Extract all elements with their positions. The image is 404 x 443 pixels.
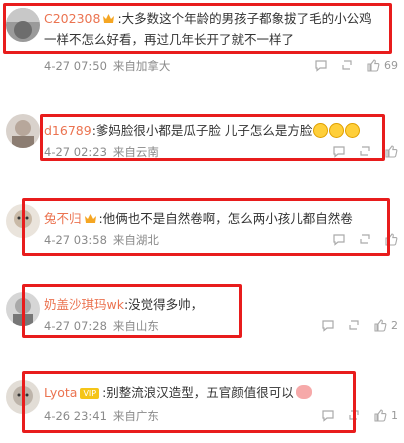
username[interactable]: Lyota — [44, 385, 77, 400]
comment-item: d16789:爹妈脸很小都是瓜子脸 儿子怎么是方脸 4-27 02:23 来自云南 — [0, 108, 404, 168]
repost-icon[interactable] — [347, 408, 361, 422]
avatar[interactable] — [6, 114, 40, 148]
crown-icon — [103, 14, 115, 23]
comment-actions: 69 — [314, 58, 398, 72]
comment-text: 兔不归:他俩也不是自然卷啊，怎么两小孩儿都自然卷 — [44, 211, 353, 226]
like-icon — [367, 59, 380, 72]
like-count: 2 — [391, 318, 398, 332]
reply-icon[interactable] — [314, 58, 328, 72]
comment-actions — [332, 232, 398, 246]
comment-actions: 2 — [321, 318, 398, 332]
comment-text: 奶盖沙琪玛wk:没觉得多帅， — [44, 297, 204, 312]
username[interactable]: C202308 — [44, 11, 100, 26]
like-button[interactable]: 2 — [373, 318, 398, 332]
emoji-face — [345, 123, 361, 138]
comment-meta: 4-27 03:58 来自湖北 — [44, 232, 165, 248]
timestamp: 4-26 23:41 — [44, 409, 107, 423]
comment-meta: 4-27 02:23 来自云南 — [44, 144, 165, 160]
pig-emoji — [295, 385, 312, 399]
comment-text: Lyota VIP:别整流浪汉造型，五官颜值很可以 — [44, 382, 398, 403]
avatar[interactable] — [6, 380, 40, 414]
comment-meta: 4-27 07:28 来自山东 — [44, 318, 165, 334]
like-count: 1 — [391, 408, 398, 422]
comment-meta: 4-27 07:50 来自加拿大 — [44, 58, 176, 74]
crown-icon — [84, 214, 96, 223]
timestamp: 4-27 07:50 — [44, 59, 107, 73]
repost-icon[interactable] — [358, 232, 372, 246]
location: 来自云南 — [112, 145, 159, 159]
avatar[interactable] — [6, 8, 40, 42]
comment-meta: 4-26 23:41 来自广东 — [44, 408, 165, 424]
like-count: 69 — [384, 58, 398, 72]
avatar[interactable] — [6, 204, 40, 238]
emoji-face — [329, 123, 345, 138]
comment-text: d16789:爹妈脸很小都是瓜子脸 儿子怎么是方脸 — [44, 120, 398, 141]
comment-item: Lyota VIP:别整流浪汉造型，五官颜值很可以 4-26 23:41 来自广东 … — [0, 372, 404, 432]
timestamp: 4-27 02:23 — [44, 145, 107, 159]
comment-actions: 1 — [321, 408, 398, 422]
location: 来自湖北 — [112, 233, 159, 247]
comment-text: C202308:大多数这个年龄的男孩子都象拔了毛的小公鸡 一样不怎么好看，再过几… — [44, 11, 372, 47]
like-icon — [385, 145, 398, 158]
vip-badge: VIP — [80, 388, 100, 399]
username[interactable]: 兔不归 — [44, 211, 82, 226]
username[interactable]: d16789 — [44, 123, 92, 138]
location: 来自广东 — [112, 409, 159, 423]
like-button[interactable] — [384, 144, 398, 158]
comment-actions — [332, 144, 398, 158]
reply-icon[interactable] — [332, 144, 346, 158]
repost-icon[interactable] — [358, 144, 372, 158]
like-icon — [374, 319, 387, 332]
reply-icon[interactable] — [332, 232, 346, 246]
reply-icon[interactable] — [321, 408, 335, 422]
comment-item: 奶盖沙琪玛wk:没觉得多帅， 4-27 07:28 来自山东 2 — [0, 284, 404, 344]
like-icon — [385, 233, 398, 246]
like-button[interactable]: 1 — [373, 408, 398, 422]
repost-icon[interactable] — [347, 318, 361, 332]
timestamp: 4-27 07:28 — [44, 319, 107, 333]
username[interactable]: 奶盖沙琪玛wk — [44, 297, 124, 312]
emoji-face — [313, 123, 329, 138]
comment-item: 兔不归:他俩也不是自然卷啊，怎么两小孩儿都自然卷 4-27 03:58 来自湖北 — [0, 198, 404, 258]
reply-icon[interactable] — [321, 318, 335, 332]
repost-icon[interactable] — [340, 58, 354, 72]
comment-item: C202308:大多数这个年龄的男孩子都象拔了毛的小公鸡 一样不怎么好看，再过几… — [0, 0, 404, 84]
timestamp: 4-27 03:58 — [44, 233, 107, 247]
location: 来自山东 — [112, 319, 159, 333]
like-button[interactable] — [384, 232, 398, 246]
like-button[interactable]: 69 — [366, 58, 398, 72]
like-icon — [374, 409, 387, 422]
location: 来自加拿大 — [112, 59, 171, 73]
avatar[interactable] — [6, 292, 40, 326]
